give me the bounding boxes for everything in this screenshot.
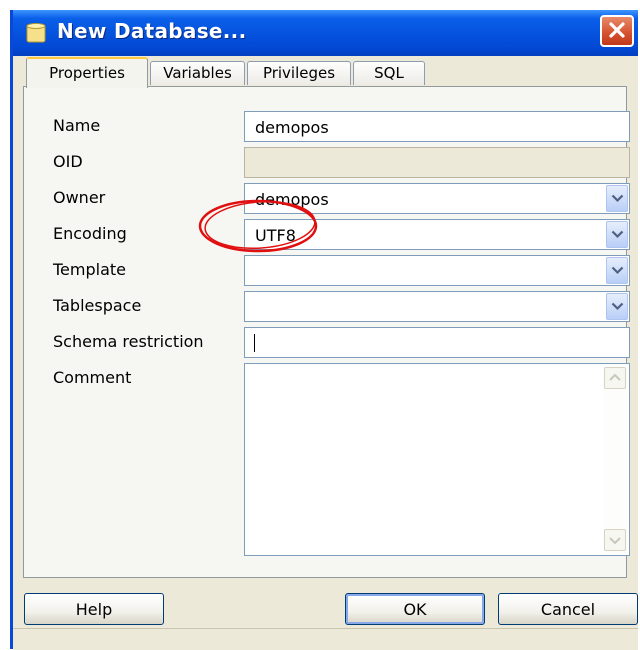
chevron-down-icon xyxy=(611,194,624,203)
tab-properties[interactable]: Properties xyxy=(26,57,148,88)
window-title: New Database... xyxy=(57,19,247,43)
chevron-down-icon xyxy=(611,230,624,239)
close-icon xyxy=(609,22,625,38)
cancel-button[interactable]: Cancel xyxy=(498,593,638,625)
name-value: demopos xyxy=(255,118,329,137)
comment-textarea[interactable] xyxy=(244,363,630,556)
template-label: Template xyxy=(53,260,127,279)
database-icon xyxy=(26,23,46,43)
chevron-down-icon xyxy=(611,302,624,311)
schema-restriction-input[interactable] xyxy=(244,327,630,358)
chevron-down-icon xyxy=(609,537,621,545)
name-input[interactable]: demopos xyxy=(244,111,630,142)
tab-sql[interactable]: SQL xyxy=(353,61,425,85)
template-select[interactable] xyxy=(244,255,630,286)
scroll-down-button[interactable] xyxy=(604,529,626,551)
tab-strip: Properties Variables Privileges SQL xyxy=(23,57,627,88)
comment-label: Comment xyxy=(53,368,132,387)
tab-privileges[interactable]: Privileges xyxy=(247,61,351,85)
owner-label: Owner xyxy=(53,188,106,207)
name-label: Name xyxy=(53,116,101,135)
help-button[interactable]: Help xyxy=(24,593,164,625)
tab-label: SQL xyxy=(374,64,404,82)
text-cursor xyxy=(254,334,255,352)
oid-input xyxy=(244,147,630,178)
red-circle-annotation xyxy=(198,199,318,253)
close-button[interactable] xyxy=(600,15,634,47)
owner-dropdown-button[interactable] xyxy=(606,185,628,212)
tablespace-label: Tablespace xyxy=(53,296,142,315)
schema-restriction-label: Schema restriction xyxy=(53,332,204,351)
new-database-dialog: New Database... Properties Variables Pri… xyxy=(10,10,638,650)
template-dropdown-button[interactable] xyxy=(606,257,628,284)
tablespace-select[interactable] xyxy=(244,291,630,322)
status-bar xyxy=(13,628,638,650)
scroll-up-button[interactable] xyxy=(604,367,626,389)
encoding-dropdown-button[interactable] xyxy=(606,221,628,248)
ok-button[interactable]: OK xyxy=(345,593,485,625)
chevron-down-icon xyxy=(611,266,624,275)
tablespace-dropdown-button[interactable] xyxy=(606,293,628,320)
tab-label: Privileges xyxy=(262,64,336,82)
encoding-label: Encoding xyxy=(53,224,127,243)
tab-label: Properties xyxy=(49,64,125,82)
title-bar[interactable]: New Database... xyxy=(13,10,638,56)
tab-variables[interactable]: Variables xyxy=(150,61,245,85)
tab-label: Variables xyxy=(163,64,232,82)
oid-label: OID xyxy=(53,152,83,171)
chevron-up-icon xyxy=(609,373,621,381)
properties-panel: Name demopos OID Owner demopos Encoding … xyxy=(23,86,630,578)
comment-scrollbar[interactable] xyxy=(603,366,627,553)
